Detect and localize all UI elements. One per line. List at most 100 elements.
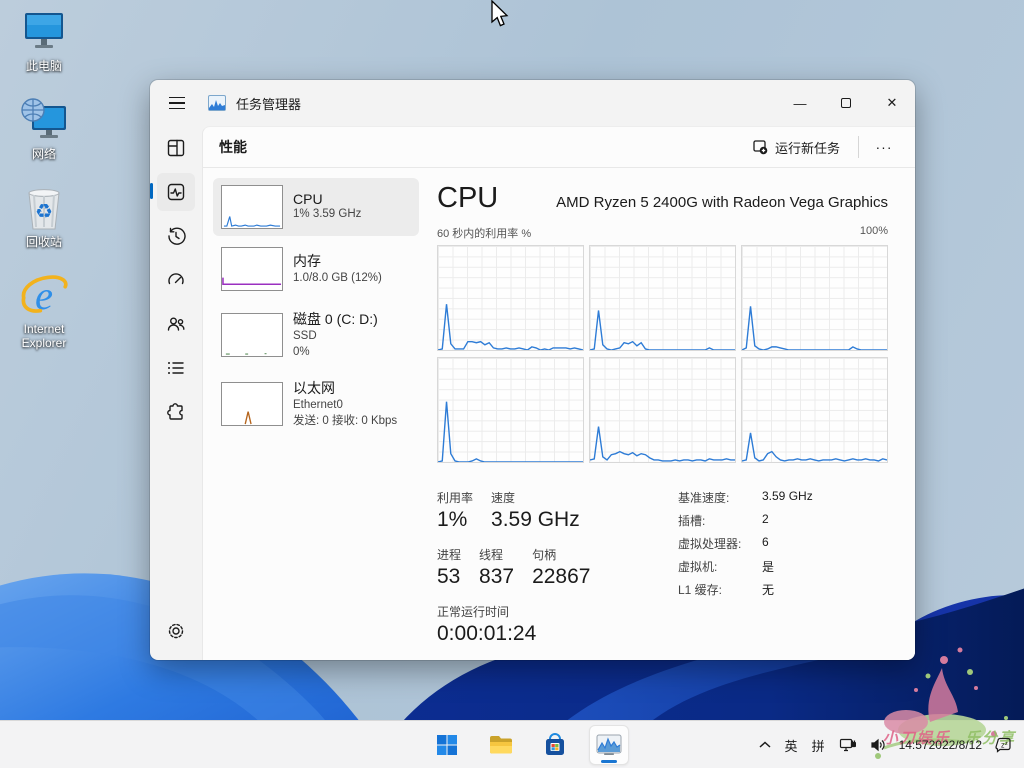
cpu-section-title: CPU xyxy=(437,182,498,215)
perf-item-name: 磁盘 0 (C: D:) xyxy=(293,309,378,329)
notification-center-button[interactable]: z z xyxy=(988,727,1020,763)
chart-max-label: 100% xyxy=(860,225,888,241)
desktop-icon-internet-explorer[interactable]: e Internet Explorer xyxy=(6,271,82,351)
performance-list: CPU 1% 3.59 GHz 内存 xyxy=(203,168,425,660)
start-icon xyxy=(435,733,459,757)
sidebar-item-settings[interactable] xyxy=(157,612,195,650)
logical-processor-charts xyxy=(437,245,888,463)
clock[interactable]: 14:57 2022/8/12 xyxy=(893,727,988,763)
hidden-icons-chevron-icon xyxy=(759,741,771,749)
mouse-cursor xyxy=(488,0,510,30)
volume-icon xyxy=(870,737,886,753)
more-options-button[interactable]: ··· xyxy=(867,132,901,162)
page-header: 性能 运行新任务 ··· xyxy=(203,127,915,168)
spec-label: L1 缓存: xyxy=(678,581,762,598)
spec-value: 6 xyxy=(762,535,769,552)
close-button[interactable]: ✕ xyxy=(869,80,915,126)
stat-threads: 线程 837 xyxy=(479,546,514,589)
desktop-icon-label: 网络 xyxy=(32,148,56,162)
sidebar-item-app-history[interactable] xyxy=(157,217,195,255)
core-chart-5 xyxy=(741,357,888,463)
recycle-bin-icon: ♻ xyxy=(20,184,68,232)
spec-label: 插槽: xyxy=(678,512,762,529)
this-pc-icon xyxy=(20,8,68,56)
cpu-spec-list: 基准速度: 3.59 GHz 插槽: 2 虚拟处理器: 6 xyxy=(678,489,813,660)
core-chart-3 xyxy=(437,357,584,463)
sidebar-item-services[interactable] xyxy=(157,393,195,431)
stat-value: 3.59 GHz xyxy=(491,508,580,532)
svg-text:♻: ♻ xyxy=(35,199,53,223)
perf-item-name: 以太网 xyxy=(293,378,397,398)
titlebar[interactable]: 任务管理器 — ✕ xyxy=(150,80,915,126)
sidebar-item-users[interactable] xyxy=(157,305,195,343)
sidebar-item-details[interactable] xyxy=(157,349,195,387)
hamburger-icon xyxy=(169,93,185,114)
memory-thumbnail-chart xyxy=(221,247,283,291)
ime-mode-button[interactable]: 拼 xyxy=(805,727,832,763)
hidden-icons-button[interactable] xyxy=(752,727,778,763)
settings-gear-icon xyxy=(166,621,186,641)
chart-window-label: 60 秒内的利用率 % xyxy=(437,225,531,241)
file-explorer-button[interactable] xyxy=(481,725,521,765)
services-icon xyxy=(166,402,186,422)
run-new-task-button[interactable]: 运行新任务 xyxy=(742,132,850,163)
sidebar-item-startup-apps[interactable] xyxy=(157,261,195,299)
navigation-menu-button[interactable] xyxy=(160,86,194,120)
desktop-icon-recycle-bin[interactable]: ♻ 回收站 xyxy=(6,184,82,250)
perf-item-memory[interactable]: 内存 1.0/8.0 GB (12%) xyxy=(213,240,419,298)
stat-utilization: 利用率 1% xyxy=(437,489,473,532)
spec-label: 虚拟处理器: xyxy=(678,535,762,552)
stat-value: 53 xyxy=(437,565,461,589)
sidebar-item-processes[interactable] xyxy=(157,129,195,167)
internet-explorer-icon: e xyxy=(20,271,68,319)
network-tray-button[interactable] xyxy=(832,727,863,763)
desktop-icon-label: 此电脑 xyxy=(26,60,62,74)
perf-item-name: 内存 xyxy=(293,251,382,271)
perf-item-disk-0[interactable]: 磁盘 0 (C: D:) SSD 0% xyxy=(213,302,419,367)
stat-value: 837 xyxy=(479,565,514,589)
start-button[interactable] xyxy=(427,725,467,765)
desktop-icon-this-pc[interactable]: 此电脑 xyxy=(6,8,82,74)
core-chart-2 xyxy=(741,245,888,351)
perf-item-ethernet[interactable]: 以太网 Ethernet0 发送: 0 接收: 0 Kbps xyxy=(213,371,419,436)
stat-uptime: 正常运行时间 0:00:01:24 xyxy=(437,603,536,646)
clock-date: 2022/8/12 xyxy=(929,738,982,753)
ime-language-label: 英 xyxy=(785,736,798,755)
app-history-icon xyxy=(166,226,186,246)
stat-handles: 句柄 22867 xyxy=(532,546,590,589)
taskbar: 英 拼 14:57 2022/8/12 xyxy=(0,720,1024,768)
core-chart-0 xyxy=(437,245,584,351)
close-icon: ✕ xyxy=(887,95,898,111)
maximize-button[interactable] xyxy=(823,80,869,126)
perf-item-cpu[interactable]: CPU 1% 3.59 GHz xyxy=(213,178,419,236)
perf-item-detail: 1.0/8.0 GB (12%) xyxy=(293,271,382,287)
ime-language-button[interactable]: 英 xyxy=(778,727,805,763)
spec-value: 是 xyxy=(762,558,774,575)
sidebar xyxy=(150,126,202,660)
cpu-stats: 利用率 1% 速度 3.59 GHz xyxy=(437,489,888,660)
task-manager-taskbar-button[interactable] xyxy=(589,725,629,765)
stat-speed: 速度 3.59 GHz xyxy=(491,489,580,532)
disk-thumbnail-chart xyxy=(221,313,283,357)
minimize-button[interactable]: — xyxy=(777,80,823,126)
ethernet-thumbnail-chart xyxy=(221,382,283,426)
svg-text:z: z xyxy=(1005,741,1008,747)
desktop-icon-network[interactable]: 网络 xyxy=(6,96,82,162)
stat-label: 正常运行时间 xyxy=(437,603,536,620)
microsoft-store-button[interactable] xyxy=(535,725,575,765)
clock-time: 14:57 xyxy=(899,738,929,753)
sidebar-item-performance[interactable] xyxy=(157,173,195,211)
perf-item-detail: SSD xyxy=(293,329,378,345)
task-manager-window: 任务管理器 — ✕ xyxy=(150,80,915,660)
stat-value: 1% xyxy=(437,508,473,532)
file-explorer-icon xyxy=(488,733,514,757)
desktop: 此电脑 网络 xyxy=(0,0,1024,768)
spec-sockets: 插槽: 2 xyxy=(678,512,813,529)
content-pane: 性能 运行新任务 ··· xyxy=(202,126,915,660)
network-icon xyxy=(20,96,68,144)
ime-mode-label: 拼 xyxy=(812,736,825,755)
perf-item-detail: Ethernet0 xyxy=(293,398,397,414)
details-icon xyxy=(166,358,186,378)
more-icon: ··· xyxy=(876,139,893,155)
volume-tray-button[interactable] xyxy=(863,727,893,763)
